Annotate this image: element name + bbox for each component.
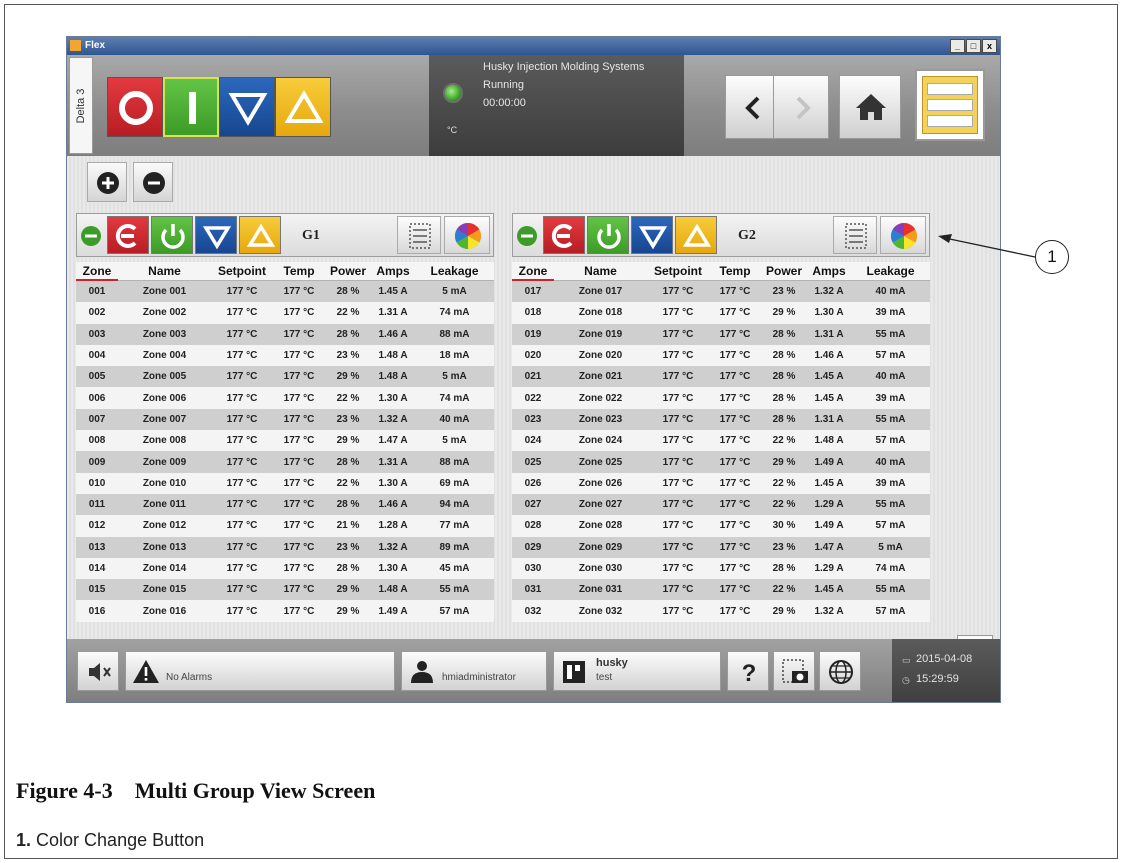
legend-text: Color Change Button: [36, 830, 205, 850]
legend-number: 1.: [16, 830, 32, 850]
figure-caption: Figure 4-3 Multi Group View Screen: [16, 778, 376, 803]
callout-number: 1: [1035, 240, 1069, 274]
figure-legend: 1. Color Change Button: [16, 830, 204, 851]
callout-leader-line: [938, 234, 1036, 258]
